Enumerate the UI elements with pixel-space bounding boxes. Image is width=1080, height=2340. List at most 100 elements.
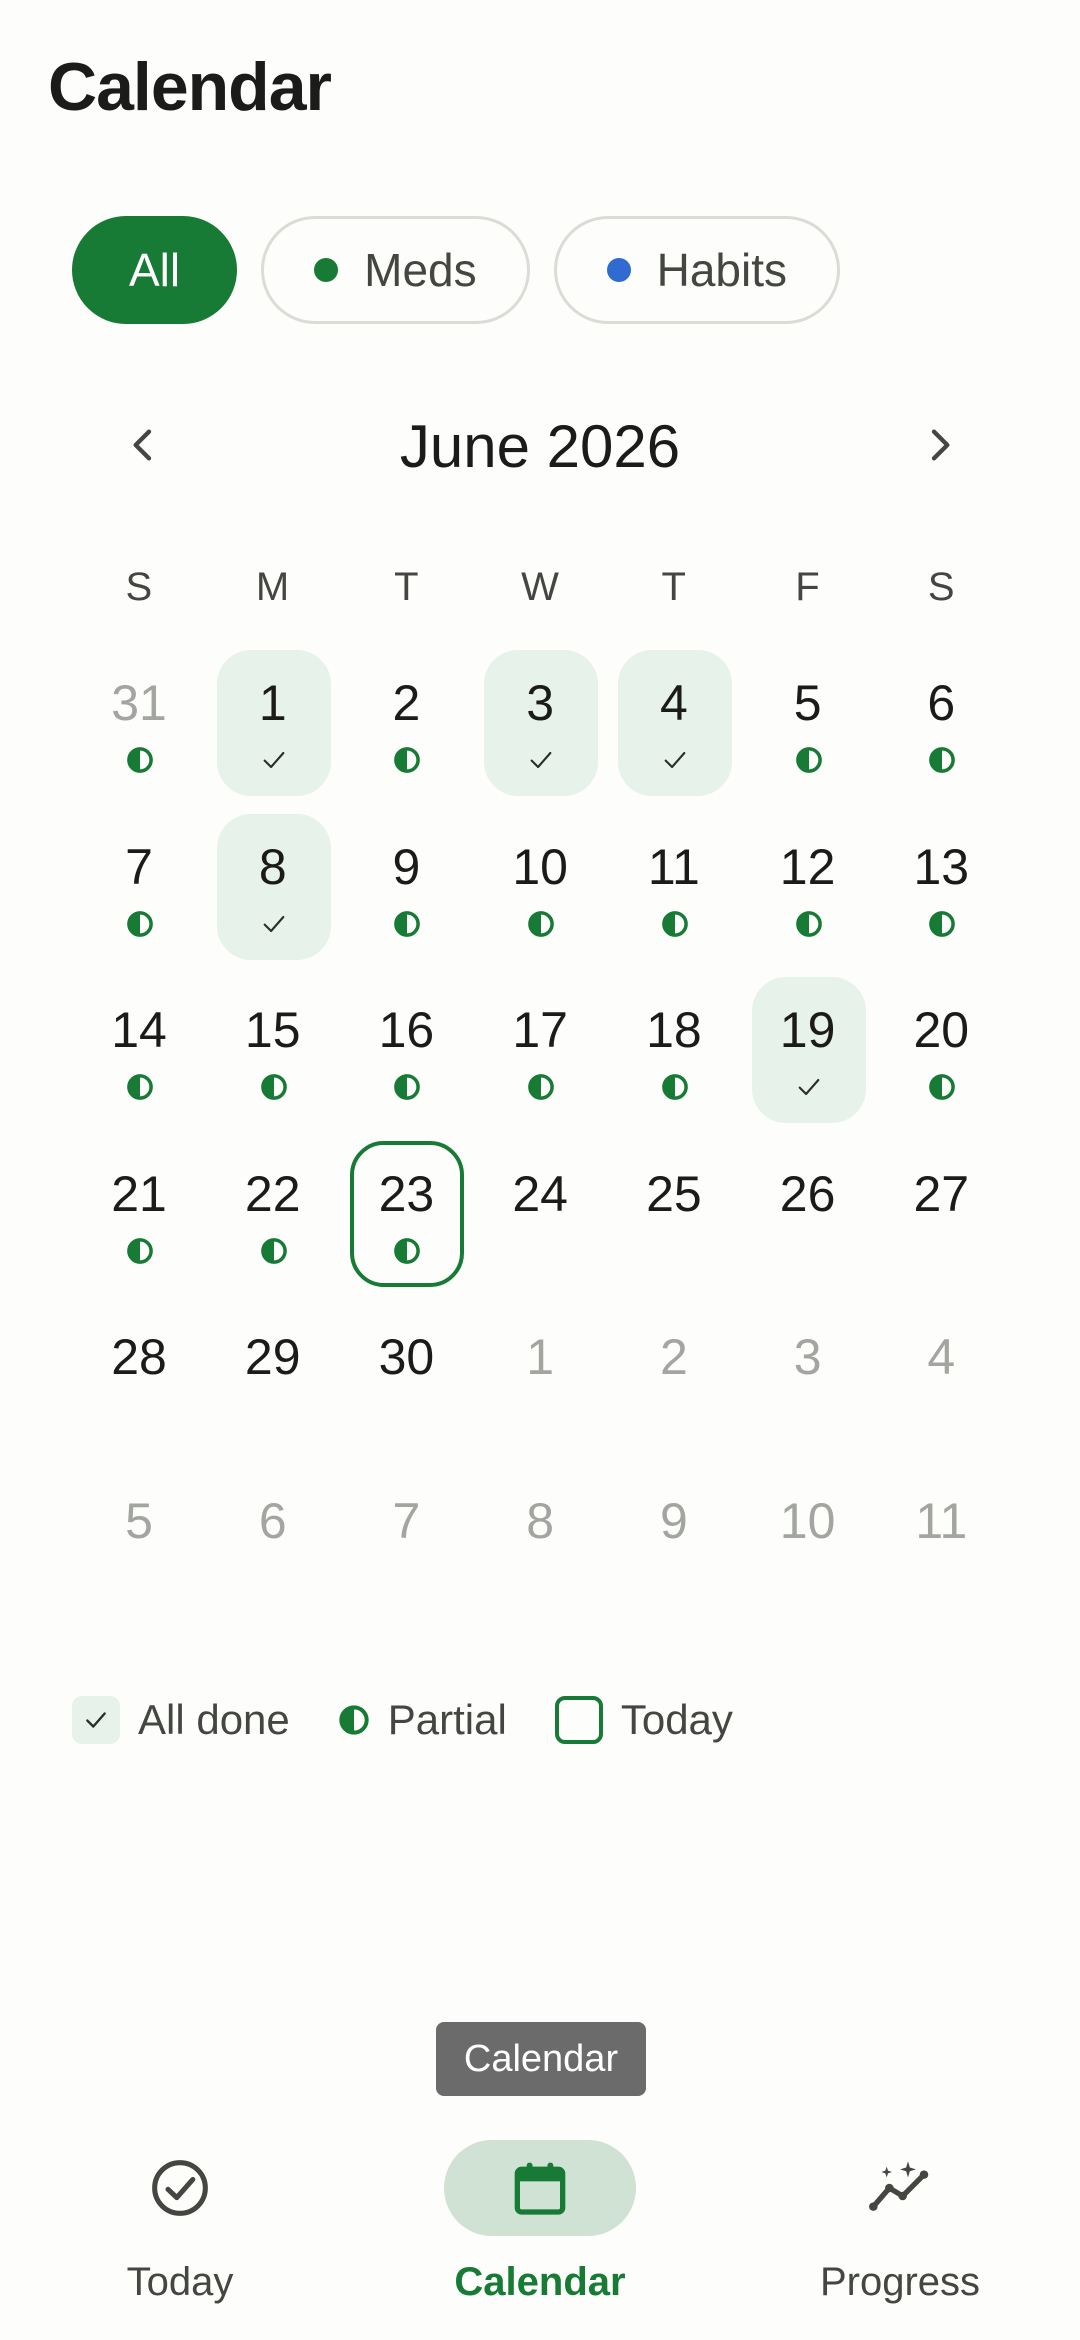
day-number: 10 — [512, 838, 568, 895]
calendar-day[interactable]: 27 — [874, 1141, 1008, 1305]
day-number: 30 — [378, 1329, 435, 1385]
legend-item-today: Today — [554, 1696, 733, 1744]
check-icon — [661, 746, 689, 774]
calendar-day[interactable]: 11 — [874, 1468, 1008, 1632]
all-done-swatch-icon — [72, 1696, 120, 1744]
calendar-day[interactable]: 11 — [607, 814, 741, 978]
partial-half-circle-icon — [661, 910, 689, 938]
calendar-week-row: 28 29 30 1 2 3 4 — [72, 1304, 1008, 1468]
nav-item-progress[interactable]: Progress — [720, 2140, 1080, 2340]
month-header: June 2026 — [72, 400, 1008, 490]
calendar-day[interactable]: 1 — [206, 650, 340, 814]
calendar-day[interactable]: 12 — [741, 814, 875, 978]
calendar-day[interactable]: 18 — [607, 977, 741, 1141]
day-number: 19 — [779, 1002, 836, 1058]
day-number: 9 — [659, 1492, 688, 1549]
partial-half-circle-icon — [393, 910, 421, 938]
check-icon — [260, 746, 288, 774]
calendar-day[interactable]: 10 — [741, 1468, 875, 1632]
calendar-day[interactable]: 19 — [741, 977, 875, 1141]
partial-half-circle-icon — [393, 1237, 421, 1265]
calendar-day[interactable]: 1 — [473, 1304, 607, 1468]
calendar-day[interactable]: 22 — [206, 1141, 340, 1305]
day-number: 2 — [659, 1329, 688, 1385]
day-number: 16 — [378, 1002, 435, 1058]
legend-label: Today — [620, 1696, 733, 1743]
bottom-navigation: Today Calendar Progress — [0, 2118, 1080, 2340]
calendar-day[interactable]: 7 — [339, 1468, 473, 1632]
progress-chart-icon — [869, 2161, 929, 2211]
calendar-day[interactable]: 8 — [473, 1468, 607, 1632]
day-number: 1 — [526, 1329, 555, 1385]
calendar-day[interactable]: 31 — [72, 650, 206, 814]
day-number: 7 — [392, 1492, 421, 1549]
day-number: 29 — [244, 1329, 301, 1385]
legend-label: Partial — [387, 1696, 507, 1743]
nav-label: Calendar — [454, 2260, 626, 2304]
check-icon — [795, 1073, 823, 1101]
day-number: 2 — [392, 675, 421, 731]
nav-pill — [804, 2140, 996, 2236]
day-number: 21 — [111, 1165, 167, 1222]
filter-chip-all[interactable]: All — [72, 216, 238, 324]
calendar-day[interactable]: 17 — [473, 977, 607, 1141]
calendar-day[interactable]: 5 — [741, 650, 875, 814]
filter-chip-habits[interactable]: Habits — [553, 216, 840, 324]
nav-item-today[interactable]: Today — [0, 2140, 360, 2340]
weekday-label: M — [255, 565, 290, 609]
calendar-day[interactable]: 16 — [339, 977, 473, 1141]
calendar-day[interactable]: 9 — [339, 814, 473, 978]
calendar-day[interactable]: 21 — [72, 1141, 206, 1305]
calendar-day-today[interactable]: 23 — [339, 1140, 473, 1305]
calendar-day[interactable]: 29 — [206, 1304, 340, 1468]
tooltip: Calendar — [436, 2022, 646, 2096]
calendar-day[interactable]: 26 — [741, 1141, 875, 1305]
habits-dot-icon — [606, 258, 631, 282]
legend-label: All done — [138, 1696, 290, 1743]
day-number: 6 — [927, 675, 956, 731]
nav-item-calendar[interactable]: Calendar — [360, 2140, 720, 2340]
day-number: 5 — [793, 675, 822, 731]
calendar-day[interactable]: 6 — [874, 650, 1008, 814]
calendar-day[interactable]: 9 — [607, 1468, 741, 1632]
legend-item-partial: Partial — [338, 1696, 507, 1744]
day-number: 14 — [111, 1002, 167, 1058]
day-number: 11 — [915, 1492, 968, 1549]
calendar-day[interactable]: 10 — [473, 814, 607, 978]
weekday-label: T — [661, 565, 686, 609]
calendar-day[interactable]: 6 — [206, 1468, 340, 1632]
calendar-day[interactable]: 3 — [741, 1304, 875, 1468]
calendar-day[interactable]: 24 — [473, 1141, 607, 1305]
day-number: 5 — [125, 1492, 153, 1549]
partial-half-circle-icon — [393, 1073, 421, 1101]
filter-chips: All Meds Habits — [72, 216, 840, 324]
calendar-day[interactable]: 4 — [607, 650, 741, 814]
calendar-day[interactable]: 2 — [339, 650, 473, 814]
day-number: 8 — [526, 1492, 555, 1549]
next-month-button[interactable] — [894, 400, 984, 490]
day-number: 15 — [244, 1002, 301, 1058]
partial-half-circle-icon — [527, 910, 555, 938]
calendar-day[interactable]: 25 — [607, 1141, 741, 1305]
calendar-day[interactable]: 28 — [72, 1304, 206, 1468]
calendar-day[interactable]: 14 — [72, 977, 206, 1141]
calendar-day[interactable]: 13 — [874, 814, 1008, 978]
calendar-day[interactable]: 2 — [607, 1304, 741, 1468]
calendar-day[interactable]: 15 — [206, 977, 340, 1141]
calendar-day[interactable]: 30 — [339, 1304, 473, 1468]
today-outline-swatch-icon — [554, 1696, 603, 1744]
calendar-day[interactable]: 8 — [206, 813, 340, 978]
calendar-week-row: 21 22 23 24 25 26 27 — [72, 1140, 1008, 1305]
filter-chip-meds[interactable]: Meds — [261, 216, 530, 324]
calendar-day[interactable]: 7 — [72, 814, 206, 978]
partial-half-circle-icon — [928, 910, 956, 938]
calendar-day[interactable]: 20 — [874, 977, 1008, 1141]
day-number: 27 — [913, 1165, 970, 1222]
partial-half-circle-icon — [126, 1237, 154, 1265]
calendar-day[interactable]: 3 — [473, 650, 607, 814]
calendar-day[interactable]: 5 — [72, 1468, 206, 1632]
day-number: 4 — [927, 1329, 956, 1385]
nav-label: Today — [126, 2260, 234, 2304]
calendar-day[interactable]: 4 — [874, 1304, 1008, 1468]
check-circle-icon — [152, 2160, 208, 2216]
